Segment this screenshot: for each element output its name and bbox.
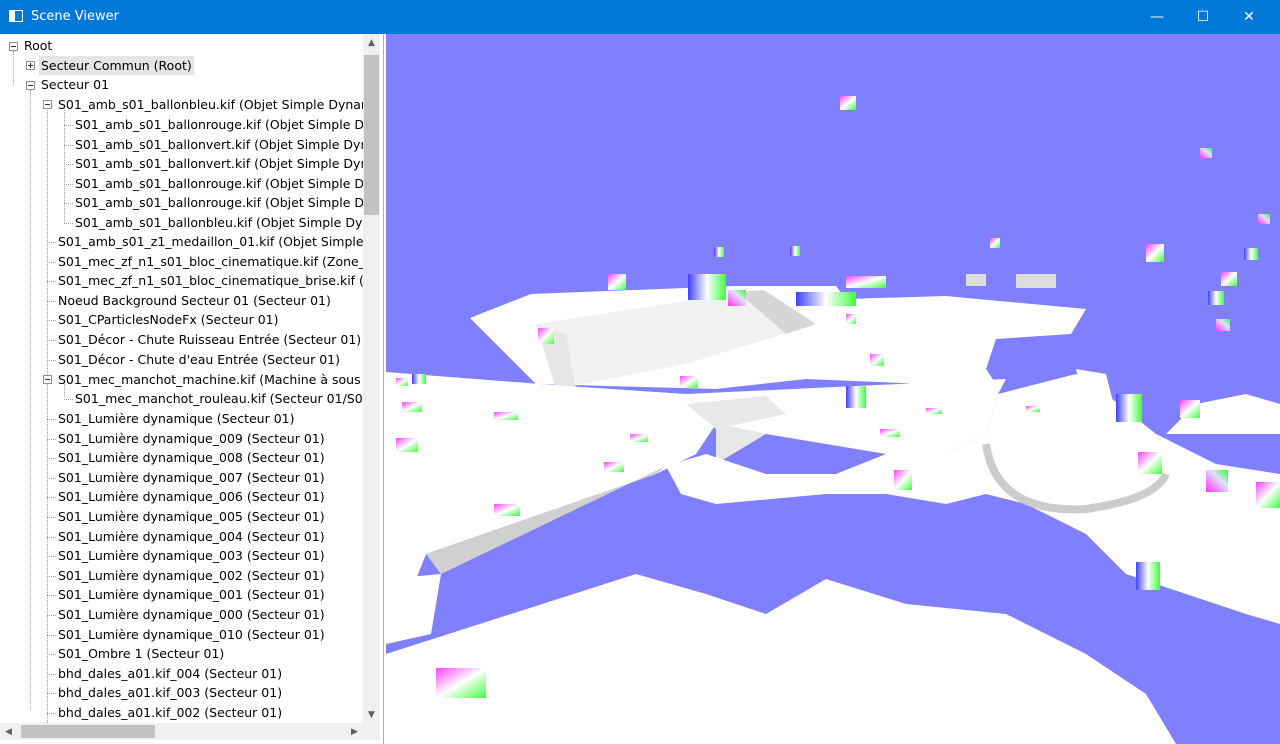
tree-node-ballon[interactable]: S01_amb_s01_ballonvert.kif (Objet Simple… (73, 135, 363, 154)
tree-connector (47, 301, 56, 302)
tree-node-manchot-machine[interactable]: S01_mec_manchot_machine.kif (Machine à s… (56, 370, 363, 389)
tree-connector (64, 184, 73, 185)
scene-viewer-window: Scene Viewer — ☐ ✕ Root Secteur Commun (… (0, 0, 1280, 744)
tree-connector (64, 164, 73, 165)
minimize-button[interactable]: — (1134, 0, 1180, 34)
window-icon (9, 10, 23, 22)
tree-connector (47, 478, 56, 479)
tree-node-ballon[interactable]: S01_amb_s01_ballonbleu.kif (Objet Simple… (73, 213, 363, 232)
tree-node[interactable]: S01_Lumière dynamique_005 (Secteur 01) (56, 507, 327, 526)
tree-connector (47, 458, 56, 459)
tree-node-ballonbleu[interactable]: S01_amb_s01_ballonbleu.kif (Objet Simple… (56, 95, 363, 114)
tree-connector (47, 674, 56, 675)
tree-node-secteur01[interactable]: Secteur 01 (39, 75, 111, 94)
window-title: Scene Viewer (31, 9, 119, 24)
tree-connector (47, 595, 56, 596)
tree-node-secteur-commun[interactable]: Secteur Commun (Root) (39, 56, 194, 75)
scroll-left-icon[interactable]: ◀ (0, 723, 17, 740)
vertical-scroll-thumb[interactable] (364, 55, 379, 215)
tree-node[interactable]: S01_Lumière dynamique_002 (Secteur 01) (56, 566, 327, 585)
tree-node-manchot-rouleau[interactable]: S01_mec_manchot_rouleau.kif (Secteur 01/… (73, 389, 363, 408)
tree-node[interactable]: S01_Lumière dynamique_009 (Secteur 01) (56, 429, 327, 448)
tree-node[interactable]: S01_amb_s01_z1_medaillon_01.kif (Objet S… (56, 232, 363, 251)
collapse-ballonbleu-icon[interactable] (43, 100, 52, 109)
tree-horizontal-scrollbar[interactable]: ◀ ▶ (0, 723, 363, 740)
tree-node-ballon[interactable]: S01_amb_s01_ballonrouge.kif (Objet Simpl… (73, 115, 363, 134)
collapse-root-icon[interactable] (9, 42, 18, 51)
tree-node[interactable]: S01_Lumière dynamique_003 (Secteur 01) (56, 546, 327, 565)
expand-secteur-commun-icon[interactable] (26, 61, 35, 70)
tree-connector (47, 497, 56, 498)
tree-node[interactable]: Noeud Background Secteur 01 (Secteur 01) (56, 291, 333, 310)
tree-connector (47, 110, 48, 723)
collapse-secteur01-icon[interactable] (26, 81, 35, 90)
tree-connector (47, 693, 56, 694)
scroll-right-icon[interactable]: ▶ (346, 723, 363, 740)
tree-node[interactable]: S01_Lumière dynamique_004 (Secteur 01) (56, 527, 327, 546)
tree-connector (47, 517, 56, 518)
tree-connector (47, 281, 56, 282)
tree-connector (13, 51, 14, 85)
tree-connector (47, 713, 56, 714)
tree-connector (47, 537, 56, 538)
tree-connector (47, 654, 56, 655)
tree-connector (64, 145, 73, 146)
tree-node[interactable]: S01_Décor - Chute Ruisseau Entrée (Secte… (56, 330, 363, 349)
scroll-down-icon[interactable]: ▼ (363, 706, 380, 723)
tree-connector (64, 223, 73, 224)
scrollbar-corner (363, 723, 380, 740)
tree-connector (64, 110, 65, 223)
tree-node[interactable]: S01_Lumière dynamique_010 (Secteur 01) (56, 625, 327, 644)
tree-connector (47, 320, 56, 321)
floor-geometry (386, 286, 1280, 744)
close-button[interactable]: ✕ (1226, 0, 1272, 34)
tree-node[interactable]: bhd_dales_a01.kif_004 (Secteur 01) (56, 664, 284, 683)
tree-connector (47, 242, 56, 243)
title-bar[interactable]: Scene Viewer — ☐ ✕ (0, 0, 1280, 34)
tree-connector (64, 125, 73, 126)
tree-node[interactable]: S01_Lumière dynamique_006 (Secteur 01) (56, 487, 327, 506)
tree-node-ballon[interactable]: S01_amb_s01_ballonvert.kif (Objet Simple… (73, 154, 363, 173)
tree-connector (47, 439, 56, 440)
maximize-button[interactable]: ☐ (1180, 0, 1226, 34)
tree-node[interactable]: S01_mec_zf_n1_s01_bloc_cinematique_brise… (56, 271, 363, 290)
tree-node[interactable]: S01_Décor - Chute d'eau Entrée (Secteur … (56, 350, 342, 369)
scroll-up-icon[interactable]: ▲ (363, 34, 380, 51)
tree-connector (47, 340, 56, 341)
tree-node[interactable]: S01_Ombre 1 (Secteur 01) (56, 644, 226, 663)
tree-node[interactable]: S01_CParticlesNodeFx (Secteur 01) (56, 310, 280, 329)
tree-node-root[interactable]: Root (22, 36, 54, 55)
tree-connector (64, 203, 73, 204)
tree-node-ballon[interactable]: S01_amb_s01_ballonrouge.kif (Objet Simpl… (73, 174, 363, 193)
tree-connector (47, 615, 56, 616)
tree-connector (64, 399, 73, 400)
tree-connector (47, 419, 56, 420)
tree-node[interactable]: S01_Lumière dynamique_001 (Secteur 01) (56, 585, 327, 604)
collapse-manchot-icon[interactable] (43, 375, 52, 384)
tree-connector (47, 576, 56, 577)
tree-node[interactable]: bhd_dales_a01.kif_002 (Secteur 01) (56, 703, 284, 722)
tree-vertical-scrollbar[interactable]: ▲ ▼ (363, 34, 380, 723)
tree-connector (47, 635, 56, 636)
3d-viewport[interactable] (386, 34, 1280, 744)
tree-connector (47, 556, 56, 557)
tree-node[interactable]: S01_Lumière dynamique (Secteur 01) (56, 409, 297, 428)
tree-connector (47, 262, 56, 263)
tree-node[interactable]: bhd_dales_a01.kif_003 (Secteur 01) (56, 683, 284, 702)
horizontal-scroll-thumb[interactable] (21, 725, 155, 738)
tree-node[interactable]: S01_Lumière dynamique_008 (Secteur 01) (56, 448, 327, 467)
scene-render (386, 96, 1280, 744)
tree-node-ballon[interactable]: S01_amb_s01_ballonrouge.kif (Objet Simpl… (73, 193, 363, 212)
tree-connector (30, 90, 31, 710)
tree-node[interactable]: S01_Lumière dynamique_007 (Secteur 01) (56, 468, 327, 487)
tree-connector (47, 360, 56, 361)
scene-tree[interactable]: Root Secteur Commun (Root) Secteur 01 S0… (0, 34, 363, 723)
tree-node[interactable]: S01_mec_zf_n1_s01_bloc_cinematique.kif (… (56, 252, 363, 271)
tree-node[interactable]: S01_Lumière dynamique_000 (Secteur 01) (56, 605, 327, 624)
scene-tree-panel: Root Secteur Commun (Root) Secteur 01 S0… (0, 34, 384, 744)
